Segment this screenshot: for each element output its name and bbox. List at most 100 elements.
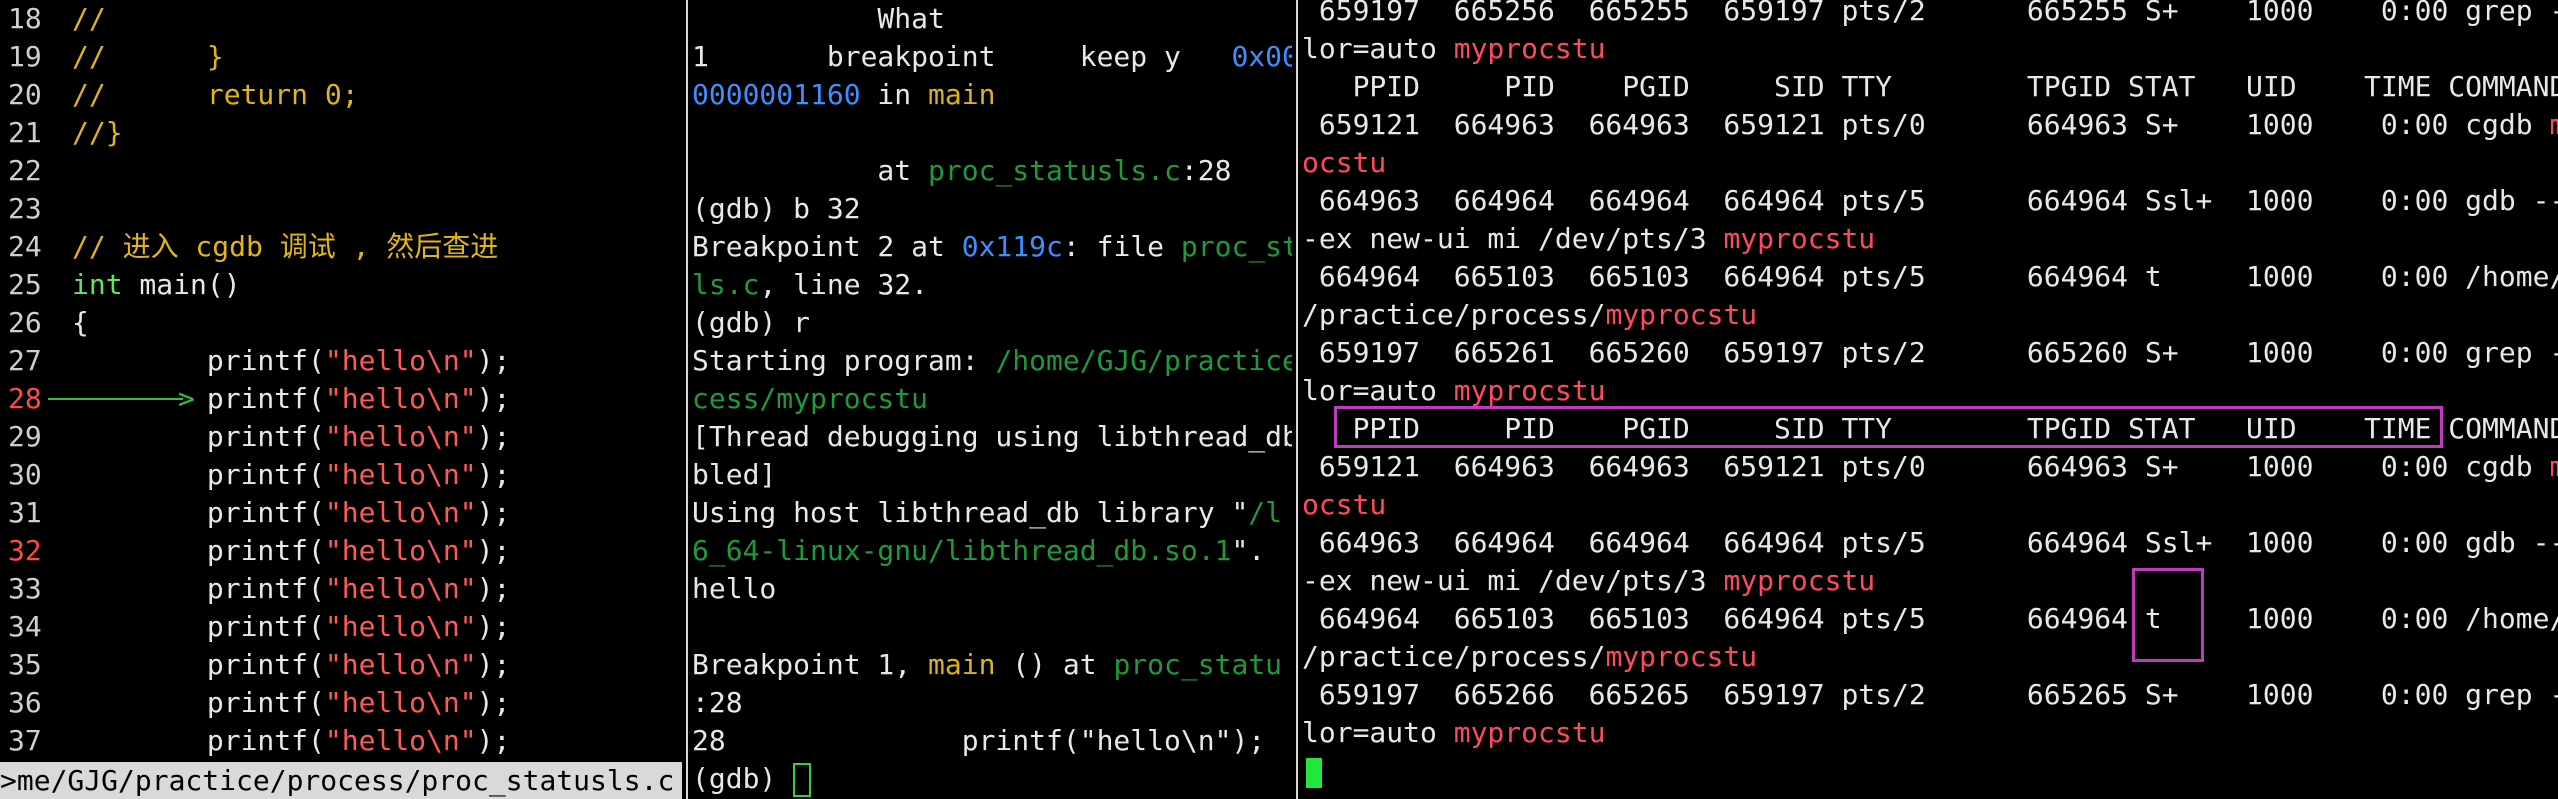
shell-terminal-pane[interactable]: 659197 665256 665255 659197 pts/2 665255… — [1302, 0, 2558, 799]
gdb-output-line: :28 — [692, 684, 743, 722]
source-line[interactable]: 23 — [0, 190, 64, 228]
source-code-text: printf("hello\n"); — [72, 494, 510, 532]
text-segment: // } — [72, 40, 224, 73]
text-segment: printf( — [72, 534, 325, 567]
source-line[interactable]: 20// return 0; — [0, 76, 359, 114]
source-line[interactable]: 28 > printf("hello\n"); — [0, 380, 510, 418]
source-line[interactable]: 35 printf("hello\n"); — [0, 646, 510, 684]
text-segment: ); — [476, 420, 511, 453]
text-segment: "hello\n" — [324, 534, 477, 567]
terminal-output-line: lor=auto myprocstu — [1302, 714, 1605, 752]
source-line[interactable]: 30 printf("hello\n"); — [0, 456, 510, 494]
gdb-output-line: Starting program: /home/GJG/practice — [692, 342, 1292, 380]
terminal-output-line: 659121 664963 664963 659121 pts/0 664963… — [1302, 106, 2558, 144]
source-line[interactable]: 18// — [0, 0, 106, 38]
source-line[interactable]: 33 printf("hello\n"); — [0, 570, 510, 608]
terminal-output-line: -ex new-ui mi /dev/pts/3 myprocstu — [1302, 562, 1875, 600]
line-number[interactable]: 33 — [0, 570, 64, 608]
source-code-text: // — [72, 0, 106, 38]
line-number[interactable]: 19 — [0, 38, 64, 76]
text-segment: "hello\n" — [324, 420, 477, 453]
source-line[interactable]: 27 printf("hello\n"); — [0, 342, 510, 380]
line-number[interactable]: 23 — [0, 190, 64, 228]
line-number[interactable]: 37 — [0, 722, 64, 760]
text-segment: printf( — [72, 572, 325, 605]
source-code-text: { — [72, 304, 89, 342]
source-code-text: printf("hello\n"); — [72, 570, 510, 608]
gdb-output-line: Breakpoint 1, main () at proc_statu — [692, 646, 1282, 684]
text-segment: Breakpoint 1, — [692, 648, 929, 681]
text-segment: int — [72, 268, 123, 301]
line-number[interactable]: 31 — [0, 494, 64, 532]
text-segment: myprocstu — [1453, 374, 1606, 407]
text-segment: printf( — [72, 382, 325, 415]
text-segment: ); — [476, 648, 511, 681]
source-line[interactable]: 32 printf("hello\n"); — [0, 532, 510, 570]
line-number[interactable]: 26 — [0, 304, 64, 342]
line-number[interactable]: 34 — [0, 608, 64, 646]
text-segment: myprocstu — [1723, 564, 1876, 597]
text-segment: // — [72, 2, 106, 35]
text-segment: "hello\n" — [324, 686, 477, 719]
source-code-text: printf("hello\n"); — [72, 380, 510, 418]
terminal-output-line: 659197 665261 665260 659197 pts/2 665260… — [1302, 334, 2558, 372]
text-segment: main — [928, 648, 996, 681]
gdb-prompt-cursor[interactable] — [793, 763, 812, 797]
terminal-output-line: 664964 665103 665103 664964 pts/5 664964… — [1302, 258, 2558, 296]
text-segment: "hello\n" — [324, 648, 477, 681]
text-segment: 659197 665256 665255 659197 pts/2 665255… — [1302, 0, 2558, 27]
text-segment: myprocstu — [1723, 222, 1876, 255]
gdb-output-line: cess/myprocstu — [692, 380, 928, 418]
text-segment: ". — [1231, 534, 1266, 567]
source-line[interactable]: 37 printf("hello\n"); — [0, 722, 510, 760]
source-line[interactable]: 22 — [0, 152, 64, 190]
text-segment: main() — [122, 268, 241, 301]
source-line[interactable]: 24// 进入 cgdb 调试 , 然后查进 — [0, 228, 498, 266]
pane-divider-right[interactable] — [1296, 0, 1298, 799]
source-code-text: // 进入 cgdb 调试 , 然后查进 — [72, 228, 498, 266]
text-segment: ); — [476, 534, 511, 567]
gdb-output-line: ls.c, line 32. — [692, 266, 928, 304]
line-number[interactable]: 20 — [0, 76, 64, 114]
source-line[interactable]: 34 printf("hello\n"); — [0, 608, 510, 646]
text-segment: 659121 664963 664963 659121 pts/0 664963… — [1302, 450, 2550, 483]
pane-divider-left[interactable] — [686, 0, 688, 799]
text-segment: /l — [1248, 496, 1283, 529]
text-segment: (gdb) b 32 — [692, 192, 861, 225]
source-line[interactable]: 25 int main() — [0, 266, 241, 304]
gdb-console-pane[interactable]: What 1 breakpoint keep y 0x00 0000001160 i… — [692, 0, 1292, 799]
terminal-output-line: 664964 665103 665103 664964 pts/5 664964… — [1302, 600, 2558, 638]
source-code-text: printf("hello\n"); — [72, 456, 510, 494]
source-line[interactable]: 29 printf("hello\n"); — [0, 418, 510, 456]
source-code-text: // } — [72, 38, 224, 76]
terminal-cursor[interactable] — [1306, 758, 1322, 788]
line-number[interactable]: 27 — [0, 342, 64, 380]
line-number[interactable]: 24 — [0, 228, 64, 266]
source-code-text: // return 0; — [72, 76, 359, 114]
text-segment: Starting program: — [692, 344, 996, 377]
source-line[interactable]: 19// } — [0, 38, 224, 76]
line-number[interactable]: 22 — [0, 152, 64, 190]
line-number[interactable]: 29 — [0, 418, 64, 456]
line-number[interactable]: 32 — [0, 532, 64, 570]
line-number[interactable]: 25 — [0, 266, 64, 304]
source-line[interactable]: 31 printf("hello\n"); — [0, 494, 510, 532]
line-number[interactable]: 18 — [0, 0, 64, 38]
text-segment: 664964 665103 665103 664964 pts/5 664964… — [1302, 602, 2558, 635]
terminal-output-line: 659197 665266 665265 659197 pts/2 665265… — [1302, 676, 2558, 714]
source-line[interactable]: 26{ — [0, 304, 89, 342]
line-number[interactable]: 21 — [0, 114, 64, 152]
gdb-output-line: Breakpoint 2 at 0x119c: file proc_st — [692, 228, 1292, 266]
source-line[interactable]: 36 printf("hello\n"); — [0, 684, 510, 722]
source-code-text: printf("hello\n"); — [72, 684, 510, 722]
source-line[interactable]: 21//} — [0, 114, 123, 152]
text-segment: :28 — [692, 686, 743, 719]
line-number[interactable]: 36 — [0, 684, 64, 722]
text-segment: in — [860, 78, 929, 111]
line-number[interactable]: 30 — [0, 456, 64, 494]
source-code-pane[interactable]: 18//19// } 20// return 0; 21//} 22 23 24// 进入… — [0, 0, 686, 799]
source-code-text: int main() — [72, 266, 241, 304]
text-segment: myprocstu — [1605, 298, 1758, 331]
text-segment: ); — [476, 344, 511, 377]
line-number[interactable]: 35 — [0, 646, 64, 684]
